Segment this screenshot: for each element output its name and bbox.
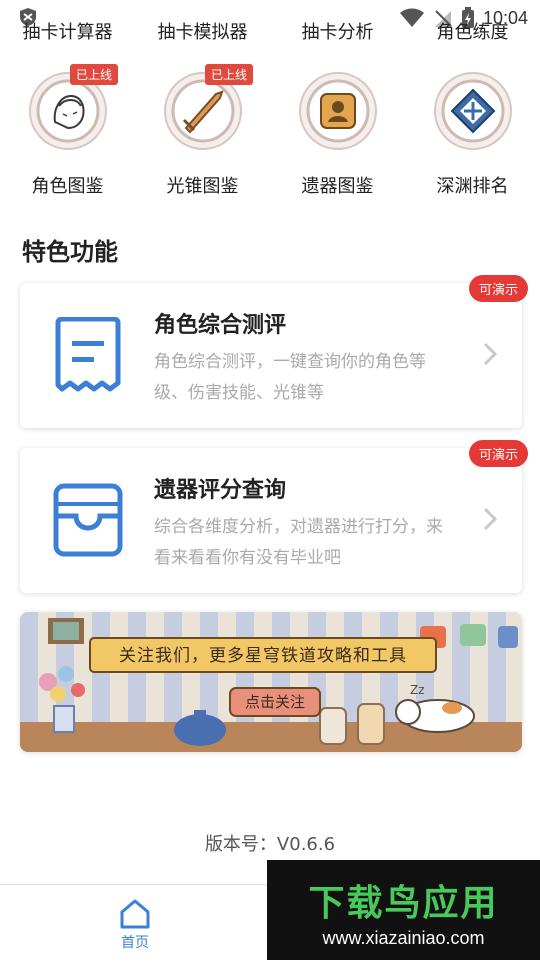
chevron-right-icon bbox=[483, 507, 498, 531]
card-description: 综合各维度分析，对遗器进行打分，来看来看看你有没有毕业吧 bbox=[154, 517, 443, 568]
watermark-url: www.xiazainiao.com bbox=[322, 928, 485, 948]
banner-illustration: Zz bbox=[20, 612, 522, 752]
grid-item-lightcone-wiki[interactable]: 已上线 光锥图鉴 bbox=[135, 62, 270, 202]
card-description: 角色综合测评，一键查询你的角色等级、伤害技能、光锥等 bbox=[154, 352, 426, 403]
follow-banner[interactable]: Zz 关注我们，更多星穹铁道攻略和工具 点击关注 bbox=[20, 612, 522, 752]
inbox-tray-icon bbox=[53, 483, 123, 557]
tool-gacha-simulator[interactable]: 抽卡模拟器 bbox=[135, 18, 270, 44]
banner-text: 关注我们，更多星穹铁道攻略和工具 bbox=[119, 646, 407, 666]
abyss-crystal-icon bbox=[434, 72, 512, 150]
tool-gacha-calculator[interactable]: 抽卡计算器 bbox=[0, 18, 135, 44]
section-title: 特色功能 bbox=[22, 238, 118, 266]
relic-icon bbox=[299, 72, 377, 150]
grid-label: 深渊排名 bbox=[436, 176, 509, 197]
grid-item-character-wiki[interactable]: 已上线 角色图鉴 bbox=[0, 62, 135, 202]
feature-card-character-evaluation[interactable]: 角色综合测评 角色综合测评，一键查询你的角色等级、伤害技能、光锥等 可演示 bbox=[20, 275, 528, 428]
card-title: 角色综合测评 bbox=[154, 313, 287, 338]
watermark-title: 下载鸟应用 bbox=[308, 883, 499, 924]
card-title: 遗器评分查询 bbox=[154, 478, 287, 503]
grid-item-abyss-ranking[interactable]: 深渊排名 bbox=[405, 62, 540, 202]
tools-row: 抽卡计算器 抽卡模拟器 抽卡分析 角色练度 bbox=[0, 18, 540, 48]
chevron-right-icon bbox=[483, 342, 498, 366]
online-badge: 已上线 bbox=[205, 64, 254, 85]
nav-home[interactable]: 首页 bbox=[100, 895, 170, 955]
online-badge: 已上线 bbox=[70, 64, 119, 85]
grid-item-relic-wiki[interactable]: 遗器图鉴 bbox=[270, 62, 405, 202]
icon-grid: 已上线 角色图鉴 已上线 光锥图鉴 遗器图鉴 深渊排名 bbox=[0, 62, 540, 202]
demo-badge: 可演示 bbox=[468, 275, 528, 302]
svg-text:Zz: Zz bbox=[410, 683, 425, 697]
tool-gacha-analysis[interactable]: 抽卡分析 bbox=[270, 18, 405, 44]
feature-card-relic-score[interactable]: 遗器评分查询 综合各维度分析，对遗器进行打分，来看来看看你有没有毕业吧 可演示 bbox=[20, 440, 528, 593]
grid-label: 角色图鉴 bbox=[31, 176, 104, 197]
version-label: 版本号：V0.6.6 bbox=[204, 834, 336, 855]
follow-button[interactable]: 点击关注 bbox=[230, 688, 320, 716]
demo-badge: 可演示 bbox=[468, 440, 528, 467]
grid-label: 遗器图鉴 bbox=[301, 176, 374, 197]
watermark: 下载鸟应用 www.xiazainiao.com bbox=[267, 860, 540, 960]
tool-character-build[interactable]: 角色练度 bbox=[405, 18, 540, 44]
receipt-icon bbox=[55, 317, 121, 392]
grid-label: 光锥图鉴 bbox=[166, 176, 239, 197]
home-icon bbox=[120, 899, 150, 929]
nav-home-label: 首页 bbox=[121, 935, 149, 951]
